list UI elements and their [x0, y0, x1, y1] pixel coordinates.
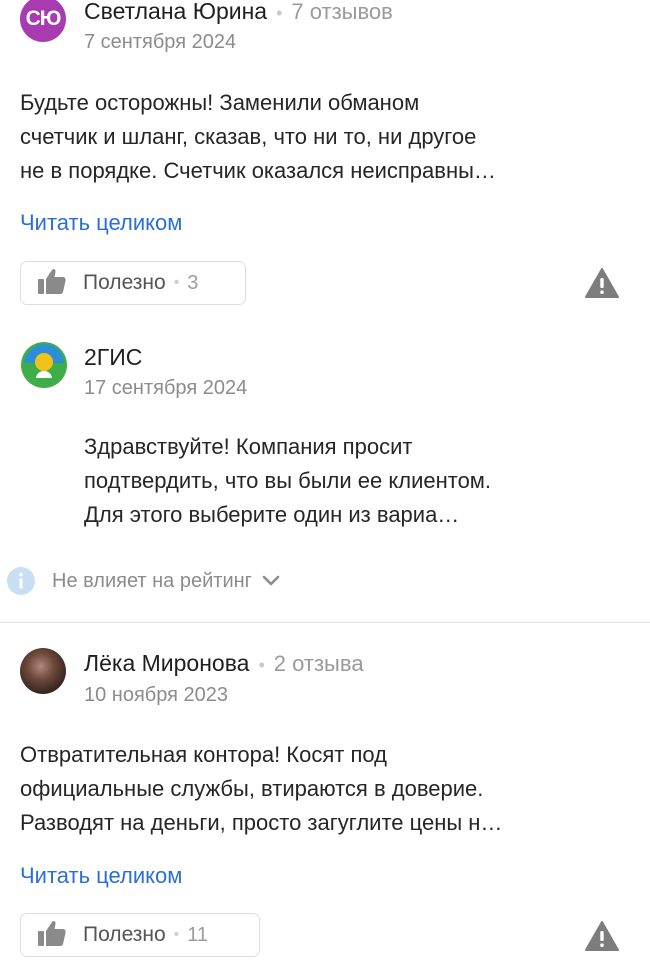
review-text-line: официальные службы, втираются в доверие.: [20, 776, 484, 801]
useful-count: 3: [187, 271, 199, 294]
reply-text-line: Для этого выберите один из вариа…: [84, 502, 460, 527]
review-date: 10 ноября 2023: [84, 684, 229, 706]
reply-text-line: Здравствуйте! Компания просит: [84, 434, 413, 459]
useful-count: 11: [187, 923, 209, 946]
review-text-line: Отвратительная контора! Косят под: [20, 742, 387, 767]
review-header: Светлана Юрина • 7 отзывов: [84, 0, 393, 25]
reply-text: Здравствуйте! Компания просит подтвердит…: [84, 430, 491, 532]
author-name[interactable]: Светлана Юрина: [84, 0, 267, 25]
review-text-line: счетчик и шланг, сказав, что ни то, ни д…: [20, 124, 477, 149]
no-rating-label: Не влияет на рейтинг: [52, 569, 252, 592]
review-date: 7 сентября 2024: [84, 31, 237, 53]
separator-dot: •: [173, 274, 180, 291]
warning-icon[interactable]: [585, 268, 619, 303]
info-icon: [6, 566, 36, 596]
thumb-up-icon: [37, 919, 67, 952]
avatar[interactable]: [20, 648, 66, 694]
review-text-line: Будьте осторожны! Заменили обманом: [20, 90, 420, 115]
reply-date: 17 сентября 2024: [84, 377, 248, 399]
review-text-line: не в порядке. Счетчик оказался неисправн…: [20, 158, 496, 183]
reply-author: 2ГИС: [84, 344, 143, 370]
useful-button[interactable]: Полезно • 11: [20, 913, 260, 957]
2gis-logo-icon: [20, 341, 68, 389]
no-rating-toggle[interactable]: Не влияет на рейтинг: [6, 566, 280, 596]
thumb-up-icon: [37, 267, 67, 300]
review-text: Отвратительная контора! Косят под официа…: [20, 738, 502, 840]
review-header: Лёка Миронова • 2 отзыва: [84, 650, 364, 677]
separator-dot: •: [173, 926, 180, 943]
reply-text-line: подтвердить, что вы были ее клиентом.: [84, 468, 492, 493]
read-more-link[interactable]: Читать целиком: [20, 863, 182, 889]
review-text-line: Разводят на деньги, просто загуглите цен…: [20, 810, 503, 835]
warning-icon[interactable]: [585, 921, 619, 956]
review-text: Будьте осторожны! Заменили обманом счетч…: [20, 86, 496, 188]
avatar-initials: СЮ: [25, 7, 62, 30]
divider: [0, 622, 650, 623]
separator-dot: •: [258, 655, 265, 675]
chevron-down-icon: [262, 575, 280, 587]
useful-label: Полезно: [83, 271, 166, 294]
author-reviews-count[interactable]: 7 отзывов: [291, 0, 392, 25]
author-name[interactable]: Лёка Миронова: [84, 650, 249, 677]
author-reviews-count[interactable]: 2 отзыва: [274, 651, 364, 677]
useful-label: Полезно: [83, 923, 166, 946]
separator-dot: •: [276, 3, 283, 23]
useful-button[interactable]: Полезно • 3: [20, 261, 246, 305]
read-more-link[interactable]: Читать целиком: [20, 210, 182, 236]
avatar[interactable]: СЮ: [20, 0, 66, 42]
